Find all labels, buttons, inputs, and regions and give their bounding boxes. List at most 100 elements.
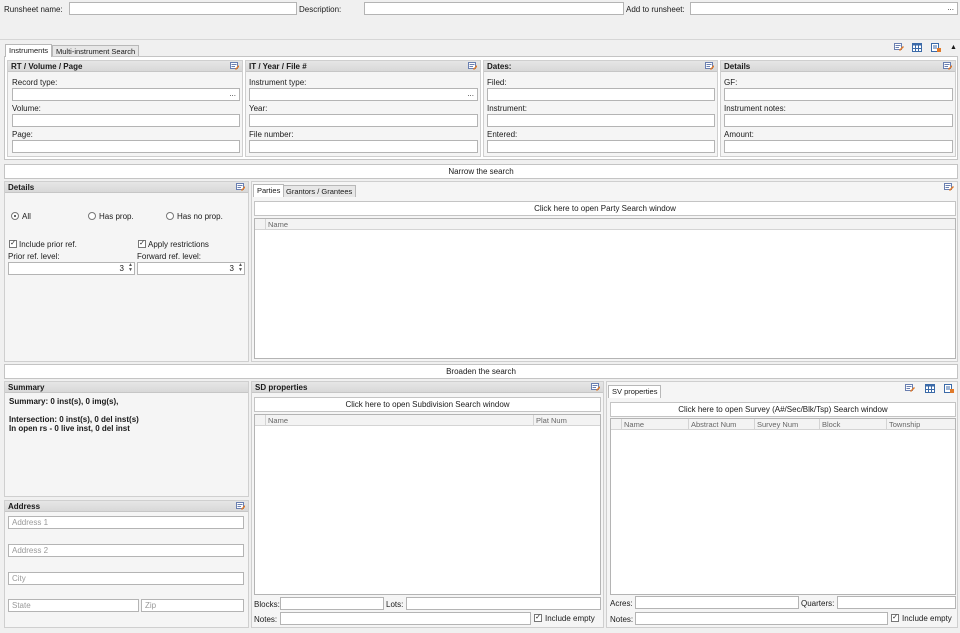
edit-icon[interactable] [468,62,477,70]
sd-include-empty-checkbox[interactable]: ✓ [534,614,542,622]
open-party-search-button[interactable]: Click here to open Party Search window [254,201,956,216]
tab-grantors-grantees[interactable]: Grantors / Grantees [282,185,357,197]
amount-input[interactable] [724,140,953,153]
acres-label: Acres: [610,599,633,608]
address-2-input[interactable]: Address 2 [8,544,244,557]
chevron-up-icon[interactable]: ▲ [950,44,957,51]
intersection-line: Intersection: 0 inst(s), 0 del inst(s) [9,415,139,424]
edit-icon[interactable] [944,183,955,193]
column-survey-num[interactable]: Survey Num [754,419,819,430]
column-name[interactable]: Name [621,419,688,430]
column-abstract-num[interactable]: Abstract Num [688,419,754,430]
page-input[interactable] [12,140,240,153]
panel-title: IT / Year / File # [246,61,480,72]
quarters-input[interactable] [837,596,956,609]
radio-all-label: All [22,212,31,221]
open-survey-search-button[interactable]: Click here to open Survey (A#/Sec/Blk/Ts… [610,402,956,417]
edit-icon[interactable] [894,43,905,53]
ellipsis-icon[interactable]: ... [947,2,954,13]
grid-header: Name Plat Num [255,415,600,426]
edit-icon[interactable] [943,62,952,70]
record-type-input[interactable]: ... [12,88,240,101]
prior-ref-level-label: Prior ref. level: [8,252,60,261]
broaden-search-button[interactable]: Broaden the search [4,364,958,379]
runsheet-name-label: Runsheet name: [4,5,63,14]
blocks-label: Blocks: [254,600,280,609]
panel-title: SD properties [252,382,603,393]
column-township[interactable]: Township [886,419,955,430]
column-plat-num[interactable]: Plat Num [533,415,600,426]
forward-ref-level-stepper[interactable]: 3 ▲ ▼ [137,262,245,275]
sv-notes-input[interactable] [635,612,888,625]
gf-label: GF: [724,78,738,87]
sd-notes-input[interactable] [280,612,531,625]
entered-input[interactable] [487,140,715,153]
file-number-input[interactable] [249,140,478,153]
edit-icon[interactable] [705,62,714,70]
column-name[interactable]: Name [265,415,533,426]
state-input[interactable]: State [8,599,139,612]
radio-has-no-prop[interactable] [166,212,174,220]
zip-input[interactable]: Zip [141,599,244,612]
instrument-type-label: Instrument type: [249,78,307,87]
stepper-arrows-icon[interactable]: ▲ ▼ [238,263,243,273]
panel-title: RT / Volume / Page [8,61,242,72]
stepper-arrows-icon[interactable]: ▲ ▼ [128,263,133,273]
city-input[interactable]: City [8,572,244,585]
blocks-input[interactable] [280,597,384,610]
amount-label: Amount: [724,130,754,139]
include-prior-ref-label: Include prior ref. [19,240,77,249]
edit-icon[interactable] [236,502,245,510]
panel-title: Dates: [484,61,717,72]
forward-ref-level-label: Forward ref. level: [137,252,202,261]
year-label: Year: [249,104,268,113]
radio-has-prop-label: Has prop. [99,212,134,221]
add-to-runsheet-label: Add to runsheet: [626,5,685,14]
sv-include-empty-checkbox[interactable]: ✓ [891,614,899,622]
parties-grid: Name [254,218,956,359]
sd-grid: Name Plat Num [254,414,601,595]
edit-icon[interactable] [591,383,600,391]
quarters-label: Quarters: [801,599,835,608]
column-block[interactable]: Block [819,419,886,430]
radio-all[interactable] [11,212,19,220]
radio-has-prop[interactable] [88,212,96,220]
apply-restrictions-checkbox[interactable]: ✓ [138,240,146,248]
column-name[interactable]: Name [265,219,955,230]
edit-icon[interactable] [236,183,245,191]
tab-sv-properties[interactable]: SV properties [608,385,662,398]
open-subdivision-search-button[interactable]: Click here to open Subdivision Search wi… [254,397,601,412]
panel-title: Summary [5,382,248,393]
include-prior-ref-checkbox[interactable]: ✓ [9,240,17,248]
description-input[interactable] [364,2,624,15]
grid-icon[interactable] [912,43,923,53]
lots-input[interactable] [406,597,601,610]
ellipsis-icon[interactable]: ... [229,88,236,99]
gf-input[interactable] [724,88,953,101]
list-icon[interactable] [944,384,955,394]
acres-input[interactable] [635,596,799,609]
grid-header: Name [255,219,955,230]
instrument-notes-input[interactable] [724,114,953,127]
record-type-label: Record type: [12,78,58,87]
narrow-search-button[interactable]: Narrow the search [4,164,958,179]
edit-icon[interactable] [230,62,239,70]
list-icon[interactable] [931,43,942,53]
grid-icon[interactable] [925,384,936,394]
edit-icon[interactable] [905,384,916,394]
tab-instruments[interactable]: Instruments [5,44,53,57]
instrument-notes-label: Instrument notes: [724,104,786,113]
address-1-input[interactable]: Address 1 [8,516,244,529]
prior-ref-level-stepper[interactable]: 3 ▲ ▼ [8,262,135,275]
instrument-date-input[interactable] [487,114,715,127]
add-to-runsheet-input[interactable]: ... [690,2,958,15]
volume-input[interactable] [12,114,240,127]
sd-include-empty-label: Include empty [545,614,595,623]
runsheet-name-input[interactable] [69,2,297,15]
filed-input[interactable] [487,88,715,101]
instrument-type-input[interactable]: ... [249,88,478,101]
sd-notes-label: Notes: [254,615,278,624]
tab-parties[interactable]: Parties [253,184,285,197]
ellipsis-icon[interactable]: ... [467,88,474,99]
year-input[interactable] [249,114,478,127]
